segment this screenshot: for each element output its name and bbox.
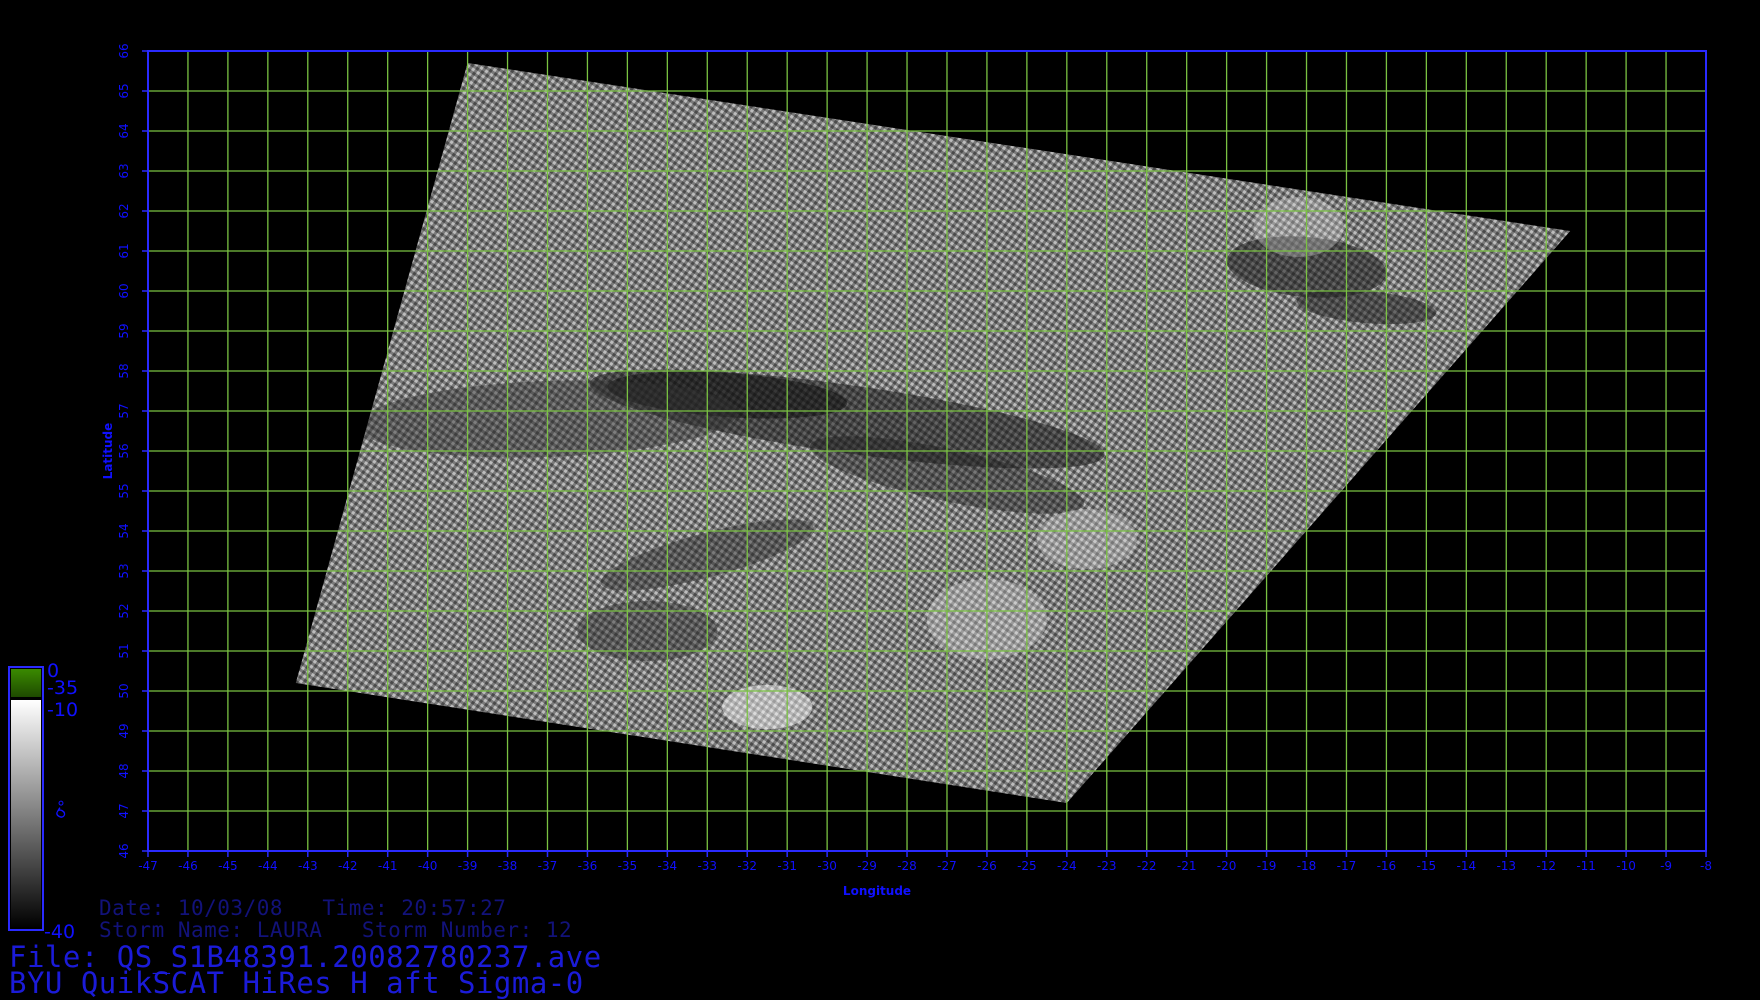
y-tick-label: 49 — [117, 723, 131, 738]
y-tick-label: 55 — [117, 483, 131, 498]
x-tick-label: -28 — [897, 859, 917, 873]
x-tick-label: -39 — [458, 859, 478, 873]
x-tick-label: -40 — [418, 859, 438, 873]
x-tick-label: -9 — [1660, 859, 1672, 873]
x-tick-label: -33 — [697, 859, 717, 873]
y-tick-label: 62 — [117, 203, 131, 218]
y-tick-label: 57 — [117, 403, 131, 418]
longitude-tick-labels: -47 -46 -45 -44 -43 -42 -41 -40 -39 -38 -37 -36 -35 -… — [138, 851, 1712, 873]
y-tick-label: 50 — [117, 683, 131, 698]
lat-lon-grid — [147, 50, 1707, 852]
x-tick-label: -35 — [618, 859, 638, 873]
x-axis-label: Longitude — [843, 884, 911, 898]
x-tick-label: -17 — [1337, 859, 1357, 873]
colorbar-label-upper: -35 — [47, 677, 78, 699]
y-tick-label: 48 — [117, 763, 131, 778]
x-tick-label: -47 — [138, 859, 158, 873]
y-tick-label: 52 — [117, 603, 131, 618]
y-tick-label: 65 — [117, 83, 131, 98]
colorbar: 0 -35 -10 σ° -40 — [8, 660, 78, 943]
y-tick-label: 54 — [117, 523, 131, 538]
x-tick-label: -13 — [1496, 859, 1516, 873]
x-tick-label: -15 — [1417, 859, 1437, 873]
x-tick-label: -29 — [857, 859, 877, 873]
x-tick-label: -41 — [378, 859, 398, 873]
y-tick-label: 56 — [117, 443, 131, 458]
x-tick-label: -10 — [1616, 859, 1636, 873]
latitude-tick-labels: 46 47 48 49 50 51 52 53 54 55 56 57 58 59 60 61 62 63 64 65… — [117, 43, 148, 859]
x-tick-label: -20 — [1217, 859, 1237, 873]
x-tick-label: -42 — [338, 859, 358, 873]
x-tick-label: -16 — [1377, 859, 1397, 873]
sar-swath — [295, 63, 1571, 803]
x-tick-label: -18 — [1297, 859, 1317, 873]
x-tick-label: -34 — [658, 859, 678, 873]
y-tick-label: 61 — [117, 243, 131, 258]
x-tick-label: -43 — [298, 859, 318, 873]
x-tick-label: -45 — [218, 859, 238, 873]
colorbar-symbol: σ° — [49, 797, 75, 822]
x-tick-label: -32 — [737, 859, 757, 873]
y-tick-label: 66 — [117, 43, 131, 58]
x-tick-label: -38 — [498, 859, 518, 873]
colorbar-label-mid: -10 — [47, 699, 78, 721]
x-tick-label: -25 — [1017, 859, 1037, 873]
x-tick-label: -30 — [817, 859, 837, 873]
y-tick-label: 63 — [117, 163, 131, 178]
x-tick-label: -26 — [977, 859, 997, 873]
x-tick-label: -31 — [777, 859, 797, 873]
y-tick-label: 53 — [117, 563, 131, 578]
y-tick-label: 64 — [117, 123, 131, 138]
y-axis-label: Latitude — [101, 423, 115, 480]
date-time-line: Date: 10/03/08 Time: 20:57:27 — [99, 896, 507, 920]
colorbar-gradient — [11, 700, 41, 928]
sigma0-map: -47 -46 -45 -44 -43 -42 -41 -40 -39 -38 -37 -36 -35-… — [8, 43, 1712, 943]
y-tick-label: 47 — [117, 803, 131, 818]
x-tick-label: -46 — [178, 859, 198, 873]
x-tick-label: -37 — [538, 859, 558, 873]
x-tick-label: -21 — [1177, 859, 1197, 873]
storm-info-line: Storm Name: LAURA Storm Number: 12 — [99, 918, 573, 942]
x-tick-label: -22 — [1137, 859, 1157, 873]
x-tick-label: -14 — [1457, 859, 1477, 873]
x-tick-label: -27 — [937, 859, 957, 873]
x-tick-label: -44 — [258, 859, 278, 873]
x-tick-label: -8 — [1700, 859, 1712, 873]
x-tick-label: -12 — [1536, 859, 1556, 873]
y-tick-label: 58 — [117, 363, 131, 378]
y-tick-label: 51 — [117, 643, 131, 658]
y-tick-label: 46 — [117, 843, 131, 858]
x-tick-label: -19 — [1257, 859, 1277, 873]
x-tick-label: -24 — [1057, 859, 1077, 873]
y-tick-label: 59 — [117, 323, 131, 338]
x-tick-label: -23 — [1097, 859, 1117, 873]
swath-feature — [577, 601, 718, 661]
x-tick-label: -36 — [578, 859, 598, 873]
product-title-line: BYU QuikSCAT HiRes H aft Sigma-0 — [9, 966, 584, 1000]
y-tick-label: 60 — [117, 283, 131, 298]
swath-feature — [1036, 509, 1137, 569]
colorbar-top-swatch — [11, 669, 41, 697]
x-tick-label: -11 — [1576, 859, 1596, 873]
